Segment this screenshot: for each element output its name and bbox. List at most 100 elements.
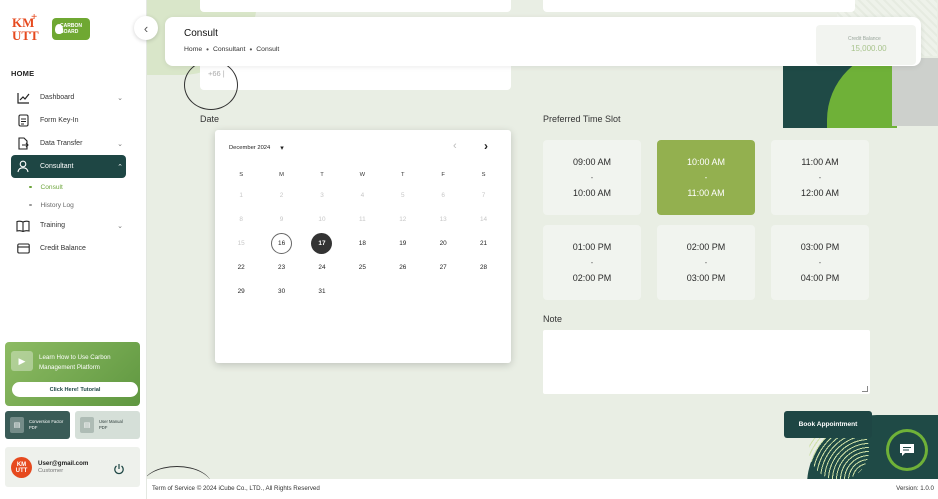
document-icon (16, 114, 30, 128)
calendar-grid: S M T W T F S 1 2 3 4 5 6 7 8 9 10 11 12 13 14 15 16 17 18 19 20 21… (221, 166, 504, 303)
weekday-header: T (320, 171, 324, 178)
sidebar-item-label: Dashboard (40, 94, 75, 101)
resize-handle-icon[interactable] (862, 386, 868, 392)
tutorial-card: ▶ Learn How to Use Carbon Management Pla… (5, 342, 140, 406)
calendar-day[interactable]: 30 (261, 279, 301, 303)
calendar-day[interactable]: 21 (463, 231, 503, 255)
carbon-board-logo[interactable]: CARBON BOARD (52, 18, 90, 40)
sidebar-item-label: Credit Balance (40, 245, 86, 252)
next-month-button[interactable]: › (484, 139, 488, 153)
calendar-day: 9 (279, 215, 284, 223)
time-slot[interactable]: 03:00 PM -04:00 PM (771, 225, 869, 300)
calendar-day[interactable]: 22 (221, 255, 261, 279)
breadcrumb-home[interactable]: Home (184, 46, 202, 53)
chevron-left-icon: ‹ (143, 20, 149, 36)
logout-power-icon[interactable] (113, 462, 125, 475)
calendar-day[interactable]: 28 (463, 255, 503, 279)
breadcrumb: Home • Consultant • Consult (184, 45, 280, 54)
form-field-partial[interactable] (543, 0, 855, 12)
time-slot-selected[interactable]: 10:00 AM -11:00 AM (657, 140, 755, 215)
calendar-day[interactable]: 18 (342, 231, 382, 255)
credit-card-icon (16, 242, 30, 256)
breadcrumb-consult: Consult (256, 46, 280, 53)
credit-balance-label: Credit Balance (848, 36, 881, 42)
breadcrumb-consultant[interactable]: Consultant (213, 46, 246, 53)
sidebar-subitem-consult[interactable]: Consult (11, 178, 126, 196)
calendar-day[interactable]: 31 (302, 279, 342, 303)
user-manual-pdf[interactable]: ▤ User Manual PDF (75, 411, 140, 439)
calendar-day: 7 (481, 191, 486, 199)
time-slot[interactable]: 01:00 PM -02:00 PM (543, 225, 641, 300)
calendar-day: 12 (399, 215, 407, 223)
footer-version: Version: 1.0.0 (896, 485, 934, 492)
sidebar-item-form-key-in[interactable]: Form Key-In (11, 109, 126, 132)
sidebar-item-dashboard[interactable]: Dashboard ⌄ (11, 86, 126, 109)
time-slot-label: Preferred Time Slot (543, 114, 621, 124)
file-transfer-icon (16, 137, 30, 151)
person-icon (16, 160, 30, 174)
page-title: Consult (184, 28, 218, 39)
sidebar-item-label: Consultant (40, 163, 74, 170)
weekday-header: S (481, 171, 486, 178)
calendar-day[interactable]: 23 (261, 255, 301, 279)
calendar-day: 8 (239, 215, 243, 223)
sidebar-item-label: Form Key-In (40, 117, 79, 124)
chat-bubble-icon (900, 443, 914, 456)
calendar-day: 4 (360, 191, 365, 199)
calendar-day[interactable]: 19 (383, 231, 423, 255)
previous-month-button[interactable]: ‹ (453, 140, 457, 152)
form-field-partial[interactable] (200, 0, 511, 12)
note-label: Note (543, 314, 563, 324)
avatar[interactable]: KM UTT (11, 457, 32, 478)
time-slot[interactable]: 11:00 AM -12:00 AM (771, 140, 869, 215)
chat-button[interactable] (889, 432, 925, 468)
chevron-up-icon: ⌃ (117, 164, 123, 171)
calendar-day: 11 (359, 215, 366, 223)
sidebar-nav: Dashboard ⌄ Form Key-In Data Transfer ⌄ … (11, 86, 126, 260)
chart-line-icon (16, 91, 30, 105)
calendar-day[interactable]: 29 (221, 279, 261, 303)
sidebar-item-data-transfer[interactable]: Data Transfer ⌄ (11, 132, 126, 155)
footer-copyright[interactable]: Term of Service © 2024 iCube Co., LTD., … (152, 485, 320, 492)
chevron-down-icon: ⌄ (117, 141, 123, 148)
sidebar-item-consultant[interactable]: Consultant ⌃ (11, 155, 126, 178)
sidebar-item-training[interactable]: Training ⌄ (11, 214, 126, 237)
calendar-day[interactable]: 24 (302, 255, 342, 279)
page-header: Consult Home • Consultant • Consult Cred… (165, 17, 921, 66)
book-icon (16, 219, 30, 233)
calendar-day-selected[interactable]: 17 (302, 231, 342, 255)
calendar-day: 6 (441, 191, 445, 199)
calendar-day[interactable]: 27 (423, 255, 463, 279)
kmutt-logo[interactable]: KM UTT + (12, 11, 44, 44)
tutorial-text: Learn How to Use Carbon Management Platf… (39, 354, 111, 371)
collapse-sidebar-button[interactable]: ‹ (134, 16, 158, 40)
calendar-day[interactable]: 20 (423, 231, 463, 255)
sidebar-subitem-history-log[interactable]: History Log (11, 196, 126, 214)
caret-down-icon: ▾ (280, 145, 284, 152)
calendar-day: 2 (279, 191, 284, 199)
conversion-factor-pdf[interactable]: ▤ Conversion Factor PDF (5, 411, 70, 439)
note-textarea[interactable] (543, 330, 870, 394)
footer: Term of Service © 2024 iCube Co., LTD., … (147, 479, 938, 499)
calendar-day[interactable]: 26 (383, 255, 423, 279)
sidebar-item-credit-balance[interactable]: Credit Balance (11, 237, 126, 260)
month-selector[interactable]: December 2024 ▾ (229, 144, 284, 152)
chevron-down-icon: ⌄ (117, 223, 123, 230)
calendar-day: 13 (439, 215, 447, 223)
time-slot[interactable]: 09:00 AM -10:00 AM (543, 140, 641, 215)
decor-shape (147, 466, 212, 479)
user-email: User@gmail.com (38, 460, 89, 467)
tutorial-button[interactable]: Click Here! Tutorial (12, 382, 138, 397)
calendar-day-today[interactable]: 16 (261, 231, 301, 255)
time-slot[interactable]: 02:00 PM -03:00 PM (657, 225, 755, 300)
user-role: Customer (38, 468, 64, 474)
date-picker-calendar: December 2024 ▾ ‹ › S M T W T F S 1 2 3 4 5 6 7 8 9 10 11… (215, 130, 511, 363)
main-content: +66 | Consult Home • Consultant • Consul… (147, 0, 938, 479)
calendar-day: 5 (400, 191, 405, 199)
decor-circle (184, 60, 238, 110)
credit-balance-box: Credit Balance 15,000.00 (816, 25, 916, 65)
calendar-day[interactable]: 25 (342, 255, 382, 279)
credit-balance-value: 15,000.00 (851, 44, 887, 53)
time-slot-grid: 09:00 AM -10:00 AM 10:00 AM -11:00 AM 11:00 … (543, 140, 869, 300)
book-appointment-button[interactable]: Book Appointment (784, 411, 872, 438)
